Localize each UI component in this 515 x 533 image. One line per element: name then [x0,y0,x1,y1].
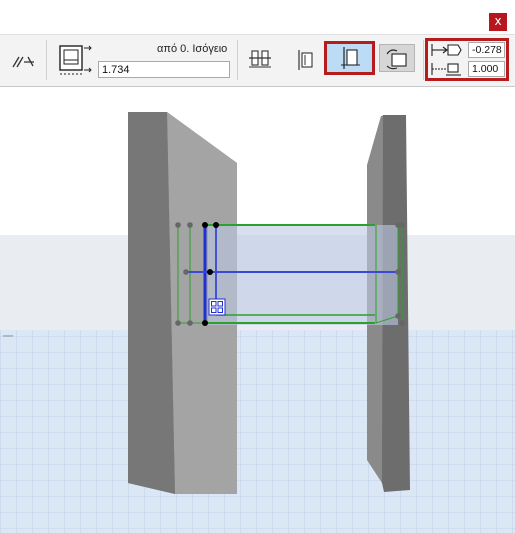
anchor-outside-icon [386,49,407,70]
anchor-center-icon[interactable] [292,46,320,74]
offset-bottom-field[interactable]: 1.000 [468,61,505,77]
elevation-field[interactable]: 1.734 [98,61,230,78]
offset-top-icon [431,44,462,56]
anchor-outside-button[interactable] [379,44,415,72]
sky-background [0,87,515,235]
edit-handle-icon[interactable] [208,298,226,316]
close-button[interactable]: x [489,13,507,31]
ground-grid [0,330,515,533]
anchor-inside-icon [341,47,360,69]
left-wall-edge[interactable] [128,112,175,494]
info-palette: x από 0. Ισόγειο 1.734 -0.278 1.000 [0,0,515,87]
link-mirror-icon[interactable] [10,50,36,72]
offset-bottom-icon [431,63,461,76]
separator [237,40,238,80]
anchor-inside-button[interactable] [327,44,372,72]
separator [46,40,47,80]
3d-viewport[interactable] [0,87,515,533]
palette-title-bar [0,0,515,35]
anchor-left-icon[interactable] [247,46,275,74]
reference-level-label: από 0. Ισόγειο [157,43,228,55]
offset-top-field[interactable]: -0.278 [468,42,505,58]
elevation-reference-icon[interactable] [56,42,96,78]
separator [423,40,424,80]
selected-element-volume[interactable] [208,225,398,325]
